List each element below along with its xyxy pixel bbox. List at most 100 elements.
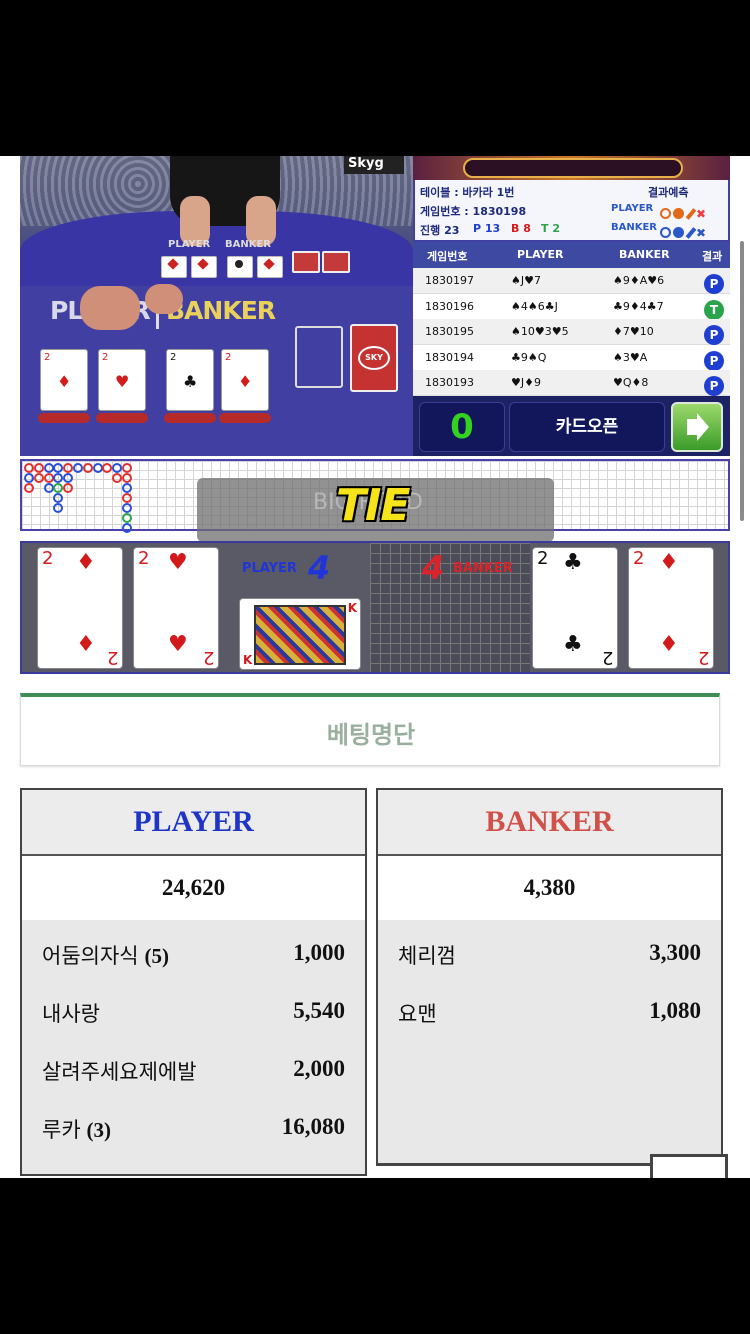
pencil-icon[interactable]	[685, 226, 697, 239]
circle-filled-icon[interactable]	[673, 208, 684, 219]
history-banker-cards: ♦7♥10	[613, 325, 654, 339]
circle-filled-icon[interactable]	[673, 227, 684, 238]
pencil-icon[interactable]	[685, 207, 697, 220]
bead-marker	[33, 473, 44, 483]
circle-outline-icon[interactable]	[660, 227, 671, 238]
bead-marker	[53, 463, 64, 473]
countdown-timer: 0	[419, 402, 505, 452]
round-result-panel: 2 ♦ ♦ 2 2 ♥ ♥ 2 PLAYER 4 K K 4 BANKER 2 …	[20, 541, 730, 674]
history-banker-cards: ♠9♦A♥6	[613, 274, 665, 287]
history-banker-cards: ♠3♥A	[613, 350, 648, 364]
card-deck: SKY	[350, 324, 398, 392]
tie-count: T 2	[541, 222, 560, 235]
history-header: 게임번호 PLAYER BANKER 결과	[413, 242, 730, 268]
table-card	[257, 256, 283, 278]
tie-result-banner: TIE	[336, 480, 410, 531]
bead-marker	[63, 483, 74, 493]
scroll-top-button[interactable]	[650, 1154, 728, 1178]
table-row: 1830197 ♠J♥7 ♠9♦A♥6 P	[413, 268, 730, 294]
zoom-card: 2 ♣	[166, 349, 214, 411]
bead-marker	[43, 483, 54, 493]
banker-bet-total: 4,380	[378, 856, 721, 920]
history-col-player: PLAYER	[517, 248, 564, 261]
player-score-label: PLAYER	[242, 561, 297, 576]
bead-marker	[63, 473, 74, 483]
table-row: 1830193 ♥J♦9 ♥Q♦8 P	[413, 370, 730, 397]
zoom-card: 2 ♦	[221, 349, 269, 411]
result-badge: P	[704, 350, 724, 371]
live-video-stream: Skyg PLAYER BANKER PLAYER BANKER 2♦ 2♥ 2…	[20, 156, 413, 456]
player-card-1: 2 ♦ ♦ 2	[37, 547, 123, 669]
bettor-name: 내사랑	[42, 1003, 100, 1026]
player-card-2: 2 ♥ ♥ 2	[133, 547, 219, 669]
bead-marker	[122, 503, 132, 513]
game-number: 게임번호 : 1830198	[420, 205, 527, 218]
zoom-card: 2 ♦	[40, 349, 88, 411]
bet-amount: 5,540	[293, 998, 345, 1023]
bead-marker	[122, 523, 132, 533]
bead-marker	[53, 483, 64, 493]
table-row: 1830195 ♠10♥3♥5 ♦7♥10 P	[413, 319, 730, 346]
history-player-cards: ♠4♠6♣J	[511, 299, 558, 313]
table-card	[227, 256, 253, 278]
bead-marker	[102, 463, 113, 473]
banker-box-footer	[376, 1163, 652, 1178]
card-plinth	[219, 413, 271, 423]
circle-outline-icon[interactable]	[660, 208, 671, 219]
bet-amount: 1,000	[293, 940, 345, 965]
dealer-hand	[80, 286, 140, 330]
list-item: 체리껌 3,300	[378, 924, 721, 982]
close-icon[interactable]: ✖	[696, 226, 706, 240]
zoom-card: 2 ♥	[98, 349, 146, 411]
table-card	[191, 256, 217, 278]
predict-banker-label: BANKER	[611, 222, 658, 233]
bettor-name: 체리껌	[398, 945, 456, 968]
marquee-lights	[463, 158, 683, 178]
history-banker-cards: ♥Q♦8	[613, 376, 649, 390]
stream-logo: Skyg	[344, 156, 404, 174]
history-col-banker: BANKER	[619, 248, 670, 261]
banker-bet-title: BANKER	[378, 790, 721, 856]
table-card	[161, 256, 187, 278]
bet-amount: 3,300	[649, 940, 701, 965]
history-game-no: 1830195	[425, 325, 474, 339]
card-plinth	[164, 413, 216, 423]
bead-marker	[122, 473, 132, 483]
player-bet-total: 24,620	[22, 856, 365, 920]
history-game-no: 1830197	[425, 274, 474, 287]
player-score: 4	[308, 549, 331, 587]
bettor-name: 살려주세요제에발	[42, 1061, 197, 1084]
player-bet-box: PLAYER 24,620 어둠의자식 (5) 1,000 내사랑 5,540 …	[20, 788, 367, 1176]
sound-toggle[interactable]	[671, 402, 723, 452]
history-banker-cards: ♣9♦4♣7	[613, 299, 664, 313]
bead-marker	[53, 493, 64, 503]
screen: Skyg PLAYER BANKER PLAYER BANKER 2♦ 2♥ 2…	[0, 0, 750, 1334]
history-player-cards: ♥J♦9	[511, 376, 541, 390]
bead-marker	[43, 473, 54, 483]
table-name: 테이블 : 바카라 1번	[420, 186, 515, 199]
close-icon[interactable]: ✖	[696, 207, 706, 221]
predict-player-label: PLAYER	[611, 203, 654, 214]
scrollbar[interactable]	[740, 241, 744, 521]
result-badge: P	[704, 376, 724, 397]
banker-win-count: B 8	[511, 222, 531, 235]
history-game-no: 1830193	[425, 376, 474, 390]
bettor-name: 어둠의자식 (5)	[42, 944, 169, 968]
empty-card-slot	[295, 326, 343, 388]
card-plinth	[38, 413, 90, 423]
bead-marker	[122, 513, 132, 523]
list-item: 어둠의자식 (5) 1,000	[22, 924, 365, 982]
player-card-3: K K	[239, 598, 361, 670]
history-game-no: 1830196	[425, 299, 474, 313]
bet-amount: 1,080	[649, 998, 701, 1023]
bet-amount: 2,000	[293, 1056, 345, 1081]
bead-marker	[112, 473, 123, 483]
list-item: 루카 (3) 16,080	[22, 1098, 365, 1156]
control-bar: 0 카드오픈	[413, 396, 730, 456]
history-table: 1830197 ♠J♥7 ♠9♦A♥6 P 1830196 ♠4♠6♣J ♣9♦4♣7 T 18…	[413, 268, 730, 397]
player-bet-title: PLAYER	[22, 790, 365, 856]
card-plinth	[96, 413, 148, 423]
banker-score-label: BANKER	[453, 561, 513, 576]
banker-score: 4	[422, 549, 445, 587]
card-open-button[interactable]: 카드오픈	[509, 402, 665, 452]
